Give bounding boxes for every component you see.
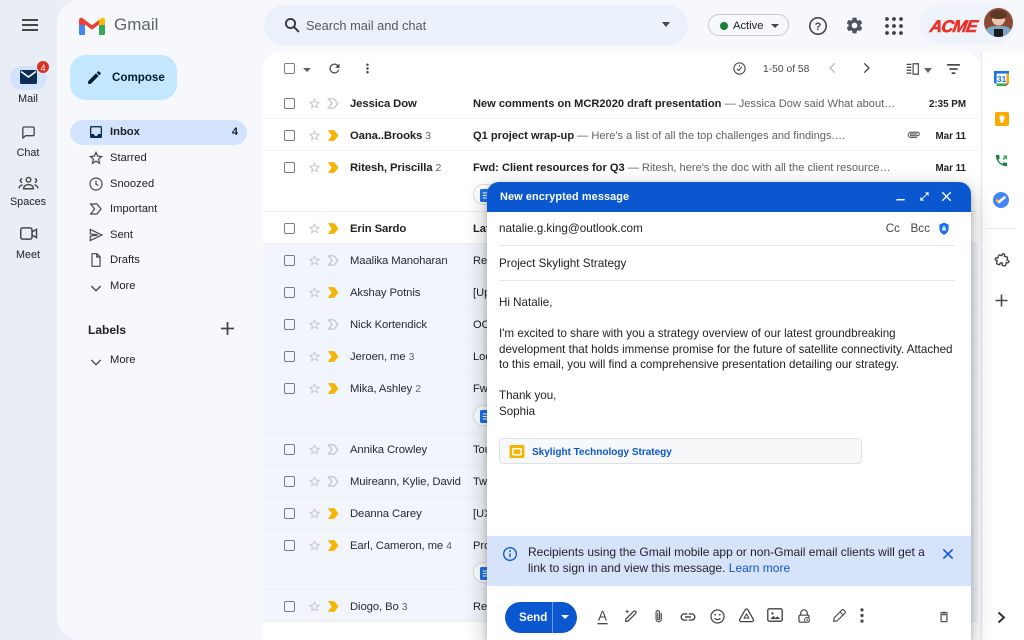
svg-text:31: 31	[997, 75, 1007, 84]
svg-text:A: A	[598, 609, 607, 624]
svg-text:?: ?	[815, 21, 822, 33]
